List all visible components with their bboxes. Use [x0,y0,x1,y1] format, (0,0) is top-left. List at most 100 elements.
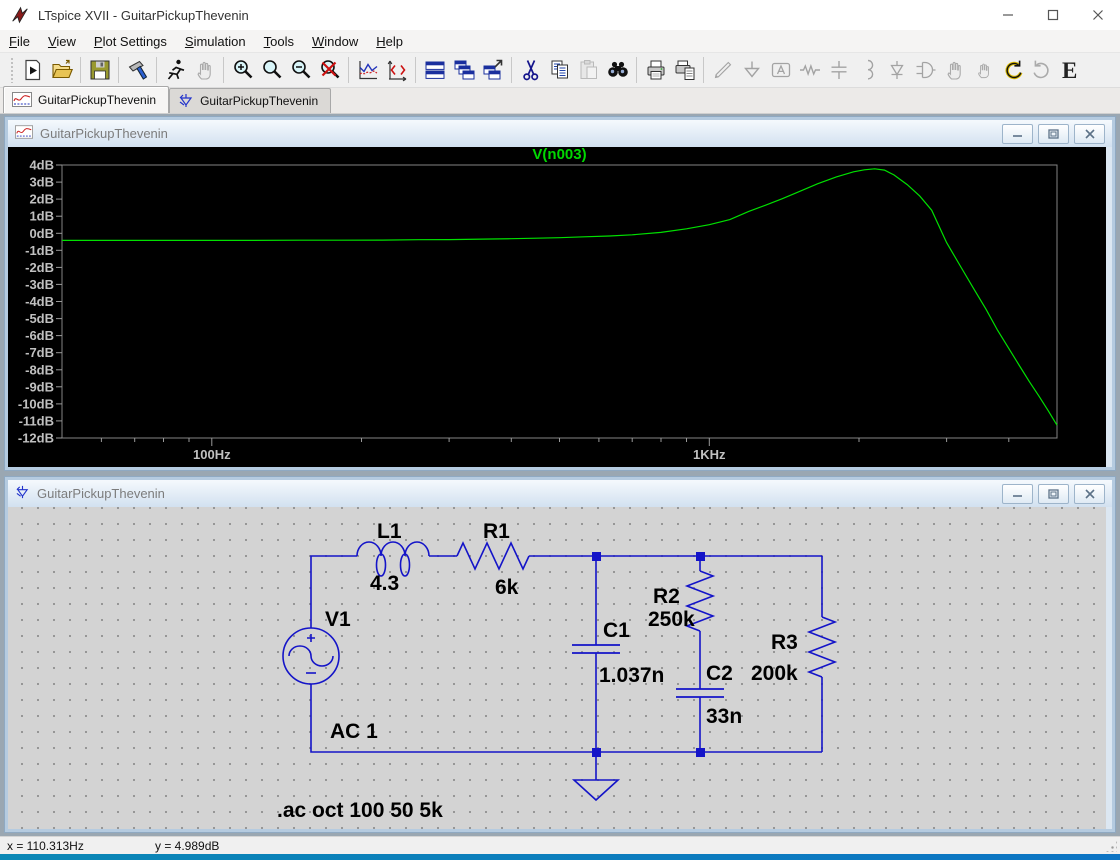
place-label-button [766,56,795,85]
toolbar-separator [348,57,349,83]
svg-text:0dB: 0dB [29,226,54,241]
value-L1[interactable]: 4.3 [370,572,399,595]
tab-schematic[interactable]: GuitarPickupThevenin [169,88,331,113]
menu-tools[interactable]: Tools [255,32,303,51]
zoom-out-button[interactable] [286,56,315,85]
trace-v-n003[interactable] [62,169,1057,425]
print-preview-button[interactable] [670,56,699,85]
svg-text:-4dB: -4dB [25,294,54,309]
toolbar-separator [636,57,637,83]
arrange-windows-button[interactable] [478,56,507,85]
resize-grip[interactable] [1105,840,1117,852]
undo-button[interactable] [998,56,1027,85]
label-R2[interactable]: R2 [653,585,680,608]
menu-file[interactable]: File [0,32,39,51]
svg-text:E: E [1062,58,1077,82]
paste-button [574,56,603,85]
schematic-window-title: GuitarPickupThevenin [37,486,165,501]
resistor-R1-symbol[interactable] [457,543,529,569]
tab-waveform[interactable]: GuitarPickupThevenin [3,86,169,113]
zoom-area-button[interactable] [257,56,286,85]
schematic-canvas[interactable]: L1 4.3 R1 6k V1 AC 1 C1 1.037n R2 250k C… [8,507,1106,829]
svg-text:-5dB: -5dB [25,311,54,326]
svg-text:1dB: 1dB [29,209,54,224]
label-V1[interactable]: V1 [325,608,351,631]
menu-plot-settings[interactable]: Plot Settings [85,32,176,51]
schematic-window: GuitarPickupThevenin [5,477,1115,832]
svg-text:2dB: 2dB [29,192,54,207]
inductor-L1-symbol[interactable] [357,542,429,576]
find-button[interactable] [603,56,632,85]
child-restore-button[interactable] [1038,124,1069,144]
child-close-button[interactable] [1074,124,1105,144]
svg-text:-11dB: -11dB [19,413,54,428]
toolbar-separator [415,57,416,83]
taskbar-edge [0,854,1120,860]
zoom-in-button[interactable] [228,56,257,85]
run-button[interactable] [161,56,190,85]
spice-directive[interactable]: .ac oct 100 50 5k [277,799,443,822]
child-minimize-button[interactable] [1002,484,1033,504]
cascade-windows-button[interactable] [449,56,478,85]
value-R1[interactable]: 6k [495,576,519,599]
copy-button[interactable] [545,56,574,85]
toolbar-separator [223,57,224,83]
svg-text:-8dB: -8dB [25,362,54,377]
edit-text-button[interactable]: E [1056,56,1085,85]
print-button[interactable] [641,56,670,85]
svg-text:-10dB: -10dB [18,396,54,411]
capacitor-C2-symbol[interactable] [676,689,724,697]
save-button[interactable] [85,56,114,85]
svg-text:3dB: 3dB [29,175,54,190]
menu-view[interactable]: View [39,32,85,51]
ground-symbol[interactable] [574,780,618,800]
waveform-window-titlebar[interactable]: GuitarPickupThevenin [8,120,1112,147]
autorange-y-button[interactable] [353,56,382,85]
tile-windows-button[interactable] [420,56,449,85]
open-button[interactable] [47,56,76,85]
wire-junctions [592,552,705,757]
zoom-extents-button[interactable] [315,56,344,85]
menu-simulation[interactable]: Simulation [176,32,255,51]
value-C1[interactable]: 1.037n [599,664,664,687]
redo-button [1027,56,1056,85]
menu-window[interactable]: Window [303,32,367,51]
trace-label[interactable]: V(n003) [532,147,586,163]
child-minimize-button[interactable] [1002,124,1033,144]
value-R3[interactable]: 200k [751,662,798,685]
waveform-window-title: GuitarPickupThevenin [40,126,168,141]
menu-help[interactable]: Help [367,32,412,51]
control-panel-button[interactable] [123,56,152,85]
title-bar: LTspice XVII - GuitarPickupThevenin [0,0,1120,30]
maximize-button[interactable] [1030,0,1075,30]
label-R3[interactable]: R3 [771,631,798,654]
label-L1[interactable]: L1 [377,520,402,543]
label-C2[interactable]: C2 [706,662,733,685]
schematic-window-titlebar[interactable]: GuitarPickupThevenin [8,480,1112,507]
label-C1[interactable]: C1 [603,619,630,642]
draw-wire-button [708,56,737,85]
resistor-R3-symbol[interactable] [809,617,835,677]
waveform-plot[interactable]: 4dB3dB2dB1dB0dB-1dB-2dB-3dB-4dB-5dB-6dB-… [8,147,1106,467]
toolbar: E [0,53,1120,88]
label-R1[interactable]: R1 [483,520,510,543]
minimize-button[interactable] [985,0,1030,30]
value-C2[interactable]: 33n [706,705,742,728]
new-schematic-button[interactable] [18,56,47,85]
cut-button[interactable] [516,56,545,85]
y-axis-ticks [56,165,62,438]
cursor-x-readout: x = 110.313Hz [7,839,155,853]
child-restore-button[interactable] [1038,484,1069,504]
value-V1[interactable]: AC 1 [330,720,378,743]
voltage-source-V1-symbol[interactable] [283,628,339,684]
svg-text:-3dB: -3dB [25,277,54,292]
child-close-button[interactable] [1074,484,1105,504]
svg-text:4dB: 4dB [29,158,54,173]
value-R2[interactable]: 250k [648,608,695,631]
y-axis-labels: 4dB3dB2dB1dB0dB-1dB-2dB-3dB-4dB-5dB-6dB-… [18,158,54,446]
plot-axes-button[interactable] [382,56,411,85]
window-title: LTspice XVII - GuitarPickupThevenin [38,8,249,23]
place-inductor-button [853,56,882,85]
close-button[interactable] [1075,0,1120,30]
capacitor-C1-symbol[interactable] [572,645,620,653]
